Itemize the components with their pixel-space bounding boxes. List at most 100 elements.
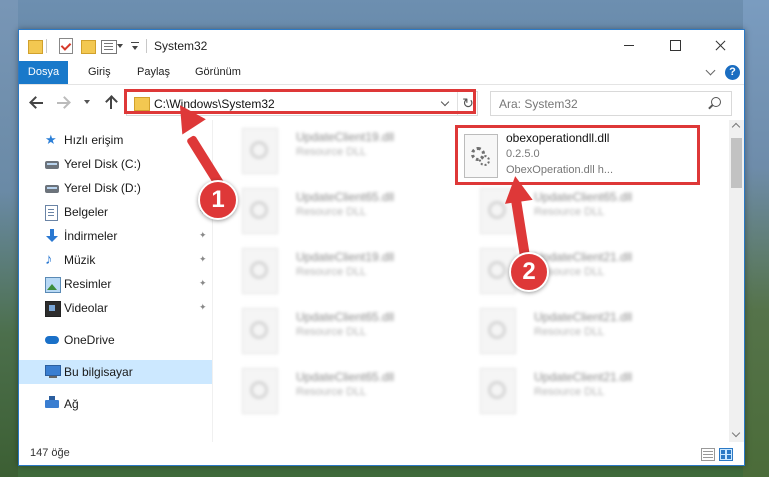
music-icon: ♪ [45,251,53,268]
sidebar-item-label: İndirmeler [64,229,118,243]
folder-icon[interactable] [28,40,43,54]
dll-file-icon [242,248,278,294]
sidebar-item-label: Bu bilgisayar [64,365,133,379]
list-item[interactable]: UpdateClient65.dll Resource DLL [234,362,464,418]
help-icon[interactable]: ? [725,65,740,80]
file-name: UpdateClient21.dll [534,310,633,324]
sidebar-item-label: Hızlı erişim [64,133,124,147]
dll-file-icon [464,134,498,178]
properties-check-icon[interactable] [59,38,73,54]
customize-toolbar-icon[interactable] [131,42,139,52]
network-icon [45,396,59,408]
sidebar-item-label: Videolar [64,301,108,315]
sidebar-item-label: Yerel Disk (C:) [64,157,141,171]
onedrive-icon [45,336,59,344]
documents-icon [45,205,58,221]
title-bar: System32 [19,30,744,61]
ribbon-tabs: Dosya Giriş Paylaş Görünüm ? [19,61,744,85]
properties-icon[interactable] [101,40,117,54]
file-description: Resource DLL [296,266,367,278]
list-item[interactable]: UpdateClient65.dll Resource DLL [234,302,464,358]
forward-arrow-icon[interactable] [57,96,71,110]
search-icon[interactable] [711,97,721,107]
tab-view[interactable]: Görünüm [195,61,241,84]
file-version: 0.2.5.0 [506,148,540,160]
file-name: UpdateClient65.dll [534,190,633,204]
list-item[interactable]: UpdateClient19.dll Resource DLL [234,122,464,178]
divider [146,39,147,53]
item-count: 147 öğe [30,447,70,459]
sidebar-item-label: OneDrive [64,333,115,347]
list-item[interactable]: UpdateClient65.dll Resource DLL [234,182,464,238]
sidebar-item-this-pc[interactable]: Bu bilgisayar [19,360,212,384]
sidebar-item-onedrive[interactable]: OneDrive [19,328,212,352]
list-item[interactable]: UpdateClient21.dll Resource DLL [472,302,702,358]
sidebar-item-label: Ağ [64,397,79,411]
back-arrow-icon[interactable] [29,96,43,110]
gear-icon [479,155,490,166]
drive-icon [45,185,59,193]
dll-file-icon [242,188,278,234]
file-name: UpdateClient19.dll [296,130,395,144]
sidebar-item-label: Yerel Disk (D:) [64,181,141,195]
sidebar-item-label: Belgeler [64,205,109,219]
desktop-background-right [743,0,769,477]
tiles-view-icon[interactable] [719,448,733,461]
scroll-thumb[interactable] [731,138,742,188]
sidebar-item-label: Resimler [64,277,112,291]
search-input[interactable]: Ara: System32 [490,91,732,116]
details-view-icon[interactable] [701,448,715,461]
file-description: Resource DLL [296,146,367,158]
file-description: Resource DLL [534,326,605,338]
tab-share[interactable]: Paylaş [137,61,170,84]
new-folder-icon[interactable] [81,40,96,54]
file-description: Resource DLL [296,206,367,218]
expand-ribbon-icon[interactable] [705,65,716,76]
close-button[interactable] [698,30,744,61]
file-name: UpdateClient21.dll [534,250,633,264]
sidebar-item-network[interactable]: Ağ [19,392,212,416]
desktop-background-left [0,0,18,477]
maximize-button[interactable] [652,30,698,61]
recent-locations-icon[interactable] [84,100,90,104]
pin-icon[interactable]: ✦ [199,230,207,240]
sidebar-item-downloads[interactable]: İndirmeler ✦ [19,224,212,248]
sidebar-item-pictures[interactable]: Resimler ✦ [19,272,212,296]
pin-icon[interactable]: ✦ [199,302,207,312]
computer-icon [45,365,61,378]
scroll-up-icon[interactable] [731,122,741,132]
file-name: UpdateClient65.dll [296,370,395,384]
sidebar-item-videos[interactable]: Videolar ✦ [19,296,212,320]
file-description: Resource DLL [296,386,367,398]
chevron-down-icon[interactable] [117,44,123,48]
pin-icon[interactable]: ✦ [199,278,207,288]
videos-icon [45,301,61,317]
tab-file[interactable]: Dosya [19,61,68,84]
sidebar-item-music[interactable]: ♪ Müzik ✦ [19,248,212,272]
dll-file-icon [242,308,278,354]
file-description: Resource DLL [296,326,367,338]
vertical-scrollbar[interactable] [729,120,744,442]
search-placeholder: Ara: System32 [499,97,578,111]
sidebar-item-local-disk-c[interactable]: Yerel Disk (C:) [19,152,212,176]
downloads-icon [45,229,59,243]
scroll-down-icon[interactable] [731,428,741,438]
pin-icon[interactable]: ✦ [199,254,207,264]
dll-file-icon [480,308,516,354]
highlighted-file-item[interactable]: obexoperationdll.dll 0.2.5.0 ObexOperati… [455,125,700,185]
dll-file-icon [480,368,516,414]
drive-icon [45,161,59,169]
list-item[interactable]: UpdateClient19.dll Resource DLL [234,242,464,298]
list-item[interactable]: UpdateClient21.dll Resource DLL [472,362,702,418]
sidebar-item-local-disk-d[interactable]: Yerel Disk (D:) [19,176,212,200]
file-name: obexoperationdll.dll [506,131,610,145]
list-item[interactable]: UpdateClient21.dll Resource DLL [472,242,702,298]
navigation-pane: ★ Hızlı erişim Yerel Disk (C:) Yerel Dis… [19,120,212,442]
file-description: Resource DLL [534,206,605,218]
up-arrow-icon[interactable] [104,94,118,110]
annotation-arrow-head [501,174,533,204]
minimize-button[interactable] [606,30,652,61]
file-name: UpdateClient19.dll [296,250,395,264]
sidebar-item-documents[interactable]: Belgeler ✦ [19,200,212,224]
tab-home[interactable]: Giriş [88,61,111,84]
